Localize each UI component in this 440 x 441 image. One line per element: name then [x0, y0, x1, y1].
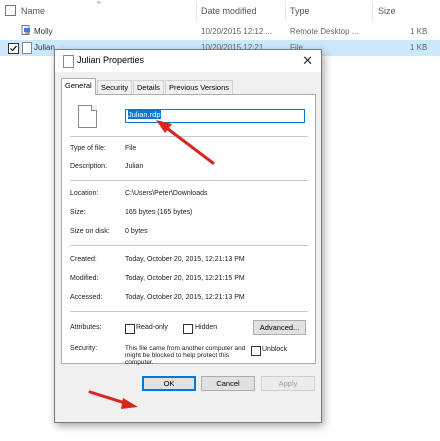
annotation-arrows — [88, 120, 215, 409]
arrow-to-filename-icon — [156, 120, 215, 165]
arrow-to-ok-icon — [88, 390, 138, 409]
tab-general[interactable]: General — [61, 78, 96, 95]
